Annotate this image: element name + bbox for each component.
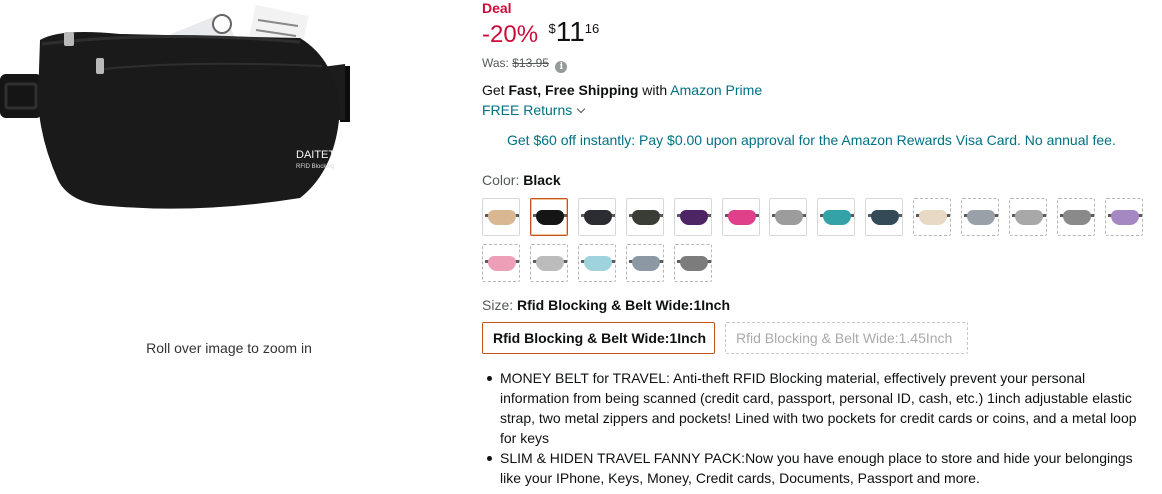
free-returns-dropdown[interactable]: FREE Returns bbox=[482, 102, 586, 118]
color-swatch[interactable] bbox=[913, 198, 951, 236]
color-swatch[interactable] bbox=[961, 198, 999, 236]
shipping-with: with bbox=[642, 82, 668, 98]
deal-badge: Deal bbox=[482, 0, 512, 16]
color-swatch[interactable] bbox=[482, 198, 520, 236]
swatch-bag-thumbnail bbox=[680, 210, 708, 225]
color-swatch[interactable] bbox=[1009, 198, 1047, 236]
swatch-bag-thumbnail bbox=[1015, 210, 1043, 225]
swatch-bag-thumbnail bbox=[632, 256, 660, 271]
color-swatch[interactable] bbox=[722, 198, 760, 236]
size-option-1-45inch[interactable]: Rfid Blocking & Belt Wide:1.45Inch bbox=[725, 322, 968, 354]
color-swatch[interactable] bbox=[530, 198, 568, 236]
swatch-bag-thumbnail bbox=[488, 256, 516, 271]
swatch-bag-thumbnail bbox=[967, 210, 995, 225]
swatch-bag-thumbnail bbox=[1063, 210, 1091, 225]
swatch-bag-thumbnail bbox=[823, 210, 851, 225]
size-label-row: Size: Rfid Blocking & Belt Wide:1Inch bbox=[482, 297, 730, 313]
was-price-row: Was: $13.95 i bbox=[482, 56, 568, 73]
color-label: Color: bbox=[482, 172, 520, 188]
image-pane: DAITET RFID Blocking Roll over image to … bbox=[0, 0, 470, 494]
swatch-bag-thumbnail bbox=[775, 210, 803, 225]
swatch-bag-thumbnail bbox=[919, 210, 947, 225]
discount-percent: -20% bbox=[482, 21, 539, 48]
chevron-down-icon bbox=[577, 104, 586, 114]
color-swatch[interactable] bbox=[578, 198, 616, 236]
color-swatch[interactable] bbox=[1105, 198, 1143, 236]
feature-bullet: MONEY BELT for TRAVEL: Anti-theft RFID B… bbox=[487, 368, 1150, 448]
zoom-hint: Roll over image to zoom in bbox=[146, 340, 312, 356]
color-label-row: Color: Black bbox=[482, 172, 561, 188]
was-price: $13.95 bbox=[512, 56, 549, 70]
product-image[interactable]: DAITET RFID Blocking bbox=[0, 0, 350, 230]
selected-size: Rfid Blocking & Belt Wide:1Inch bbox=[517, 297, 731, 313]
swatch-bag-thumbnail bbox=[728, 210, 756, 225]
rewards-card-promo-link[interactable]: Get $60 off instantly: Pay $0.00 upon ap… bbox=[507, 132, 1116, 148]
shipping-fast-free: Fast, Free Shipping bbox=[508, 82, 639, 98]
price: $1116 bbox=[548, 18, 599, 46]
price-row: -20% $1116 bbox=[482, 18, 599, 52]
price-whole: 11 bbox=[555, 16, 585, 47]
color-swatch[interactable] bbox=[674, 244, 712, 282]
swatch-bag-thumbnail bbox=[680, 256, 708, 271]
swatch-bag-thumbnail bbox=[1111, 210, 1139, 225]
color-swatch[interactable] bbox=[769, 198, 807, 236]
free-returns-label: FREE Returns bbox=[482, 102, 573, 118]
swatch-bag-thumbnail bbox=[488, 210, 516, 225]
brand-text: DAITET bbox=[296, 149, 335, 161]
color-swatch[interactable] bbox=[626, 198, 664, 236]
swatch-bag-thumbnail bbox=[584, 210, 612, 225]
shipping-get: Get bbox=[482, 82, 505, 98]
swatch-bag-thumbnail bbox=[632, 210, 660, 225]
color-swatch[interactable] bbox=[482, 244, 520, 282]
price-currency: $ bbox=[548, 21, 556, 36]
info-icon[interactable]: i bbox=[555, 61, 568, 73]
shipping-row: Get Fast, Free Shipping with Amazon Prim… bbox=[482, 82, 762, 98]
brand-subtext: RFID Blocking bbox=[296, 164, 334, 170]
feature-bullets: MONEY BELT for TRAVEL: Anti-theft RFID B… bbox=[487, 368, 1150, 488]
color-swatch[interactable] bbox=[1057, 198, 1095, 236]
amazon-prime-link[interactable]: Amazon Prime bbox=[670, 82, 762, 98]
color-swatch[interactable] bbox=[865, 198, 903, 236]
swatch-bag-thumbnail bbox=[871, 210, 899, 225]
swatch-bag-thumbnail bbox=[584, 256, 612, 271]
was-label: Was: bbox=[482, 56, 509, 70]
size-label: Size: bbox=[482, 297, 514, 313]
color-swatch[interactable] bbox=[578, 244, 616, 282]
color-swatch[interactable] bbox=[626, 244, 664, 282]
size-option-1inch[interactable]: Rfid Blocking & Belt Wide:1Inch bbox=[482, 322, 715, 354]
swatch-bag-thumbnail bbox=[536, 210, 564, 225]
price-fraction: 16 bbox=[584, 21, 600, 36]
swatch-bag-thumbnail bbox=[536, 256, 564, 271]
selected-color: Black bbox=[523, 172, 561, 188]
feature-bullet: SLIM & HIDEN TRAVEL FANNY PACK:Now you h… bbox=[487, 448, 1150, 488]
color-swatch[interactable] bbox=[817, 198, 855, 236]
color-swatch[interactable] bbox=[530, 244, 568, 282]
color-swatch[interactable] bbox=[674, 198, 712, 236]
